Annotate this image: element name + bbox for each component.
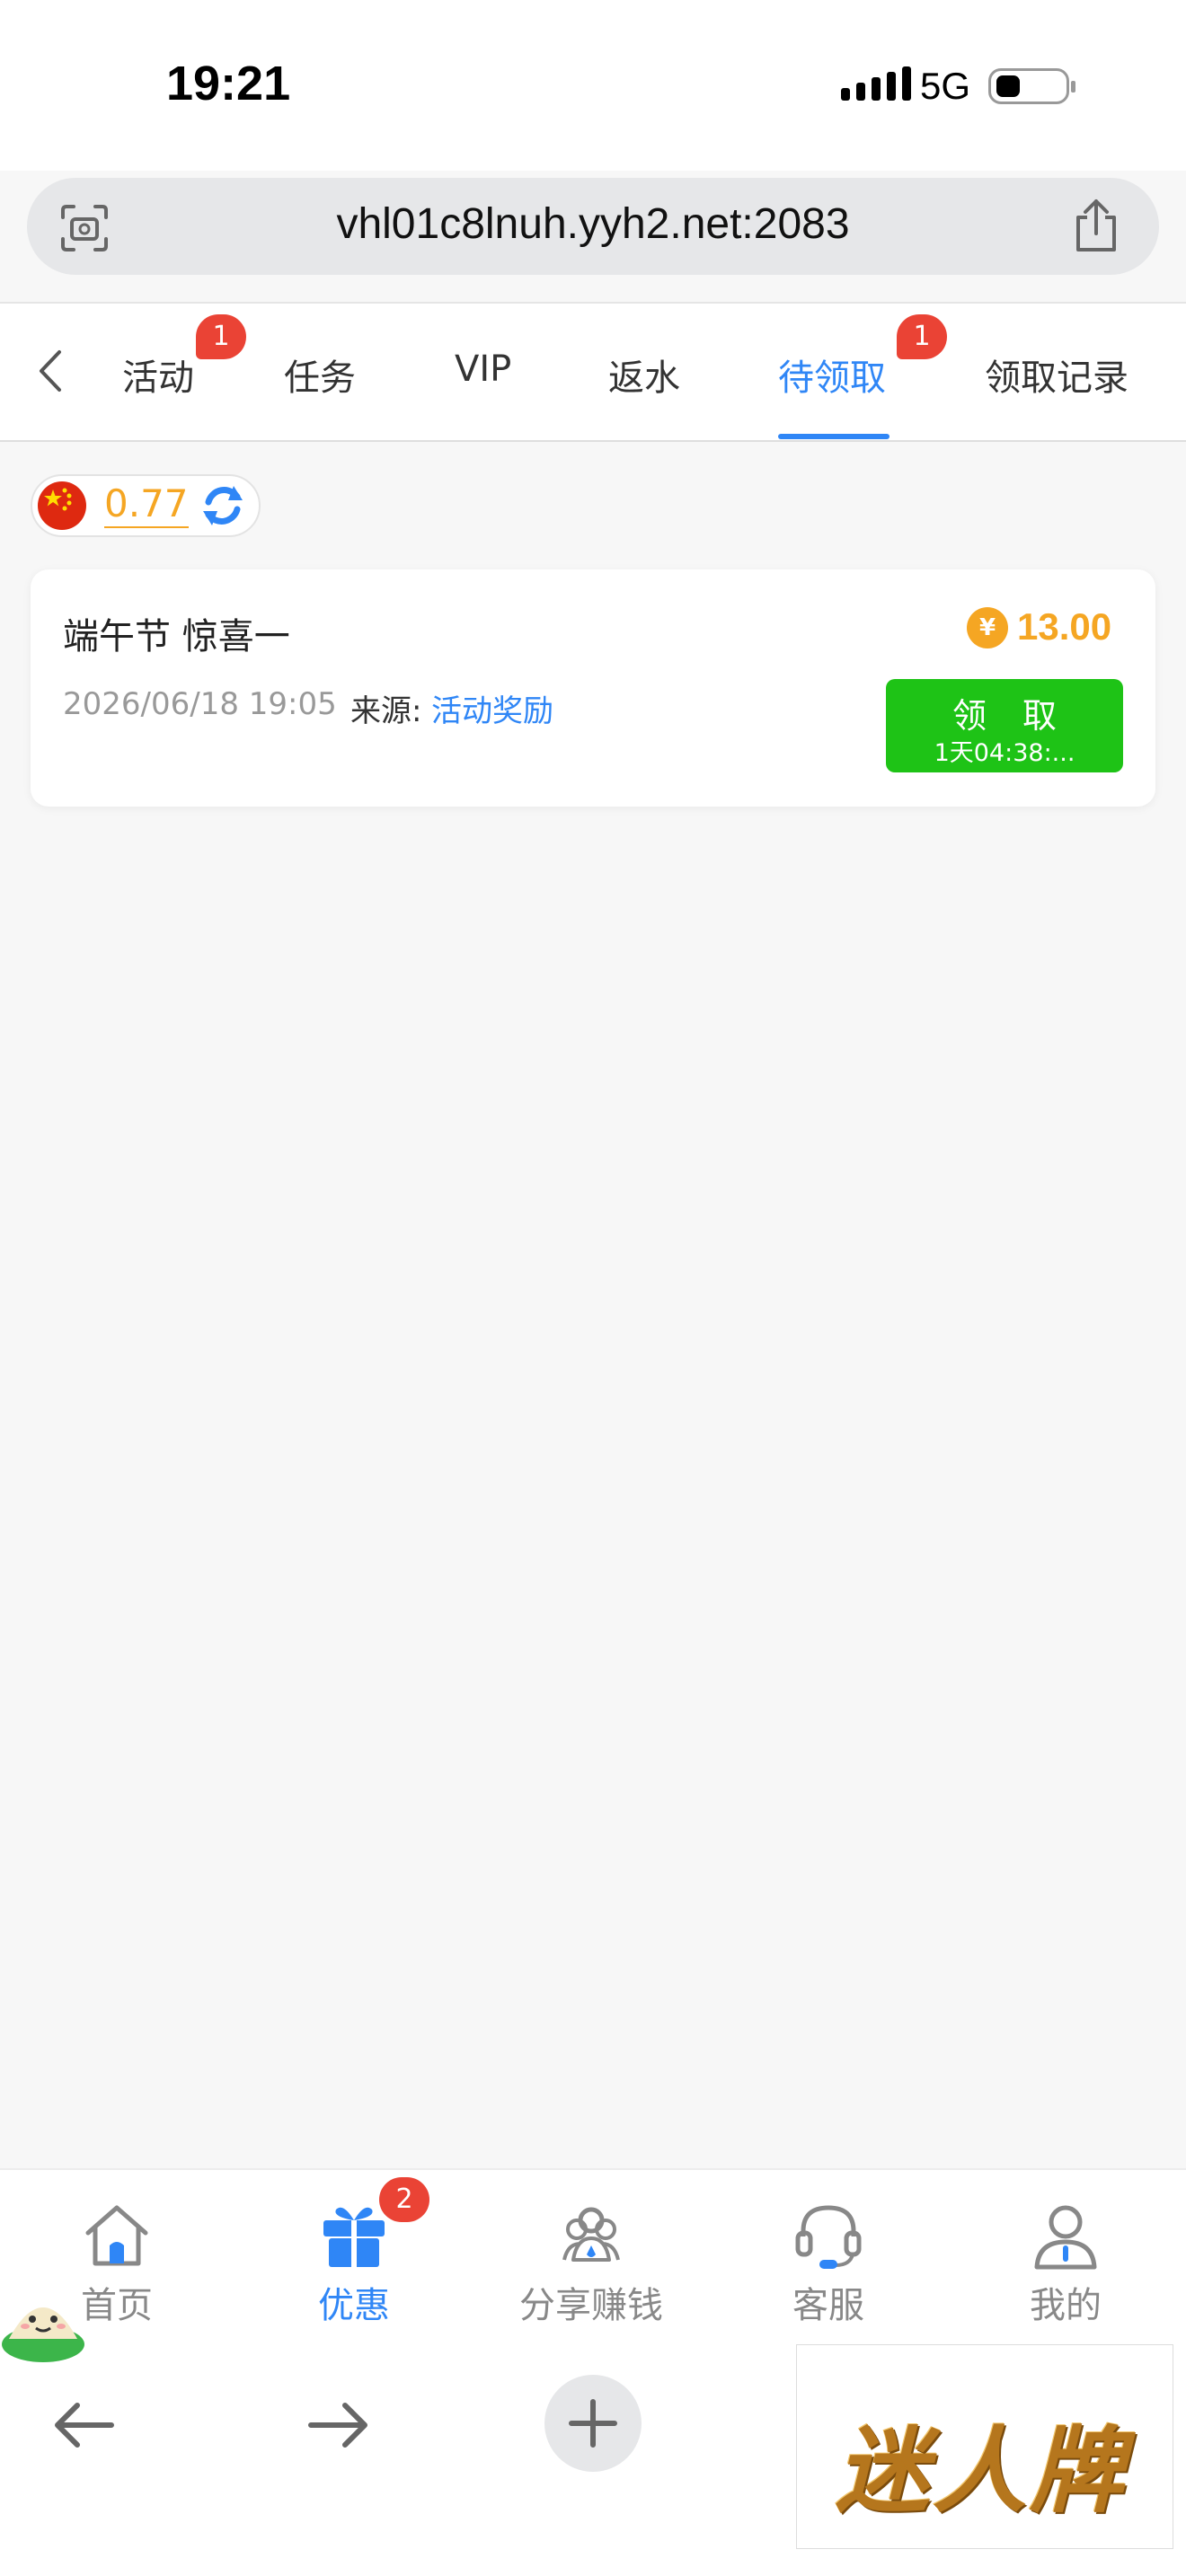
battery-icon (988, 68, 1075, 104)
claim-button-label: 领 取 (951, 696, 1070, 736)
network-type: 5G (920, 65, 971, 107)
tab-rebate[interactable]: 返水 (608, 348, 680, 401)
tab-pending-claim[interactable]: 待领取 (778, 348, 886, 401)
home-icon[interactable] (81, 2199, 153, 2271)
back-chevron-icon[interactable] (34, 348, 66, 393)
reward-title: 端午节 惊喜一 (63, 616, 290, 657)
tab-tasks[interactable]: 任务 (284, 348, 356, 401)
refresh-icon[interactable] (198, 481, 248, 531)
reward-date: 2026/06/18 19:05 (63, 686, 337, 722)
headset-icon[interactable] (792, 2199, 864, 2271)
claim-button[interactable]: 领 取 1天04:38:... (886, 679, 1123, 772)
reward-amount: 13.00 (1017, 605, 1112, 648)
nav-mine-label[interactable]: 我的 (967, 2276, 1164, 2328)
url-text[interactable]: vhl01c8lnuh.yyh2.net:2083 (0, 199, 1186, 249)
tab-pending-claim-badge: 1 (897, 314, 947, 359)
claim-countdown: 1天04:38:... (934, 739, 1075, 767)
tab-vip[interactable]: VIP (455, 348, 511, 390)
active-tab-indicator (778, 434, 890, 439)
offers-badge: 2 (379, 2177, 429, 2222)
tab-activity-badge: 1 (196, 314, 246, 359)
balance-value: 0.77 (104, 481, 189, 528)
gift-icon[interactable] (318, 2199, 390, 2271)
nav-offers-label[interactable]: 优惠 (255, 2276, 453, 2328)
tab-claim-history[interactable]: 领取记录 (985, 348, 1128, 401)
share-users-icon[interactable] (555, 2199, 627, 2271)
nav-share-label[interactable]: 分享赚钱 (492, 2276, 690, 2328)
status-time: 19:21 (166, 57, 291, 110)
plus-icon (569, 2399, 617, 2448)
china-flag-icon (38, 481, 86, 530)
nav-support-label[interactable]: 客服 (730, 2276, 927, 2328)
signal-icon (841, 66, 911, 101)
zongzi-mascot-icon[interactable] (0, 2272, 86, 2366)
watermark-logo: 迷人牌 (836, 2416, 1128, 2526)
reward-source: 活动奖励 (431, 693, 553, 729)
coin-icon: ¥ (967, 607, 1008, 648)
reward-source-label: 来源: (350, 693, 422, 729)
user-icon[interactable] (1030, 2199, 1102, 2271)
back-arrow-icon[interactable] (49, 2389, 120, 2461)
forward-arrow-icon[interactable] (302, 2389, 374, 2461)
share-icon[interactable] (1069, 196, 1123, 255)
tab-activity[interactable]: 活动 (122, 348, 194, 401)
